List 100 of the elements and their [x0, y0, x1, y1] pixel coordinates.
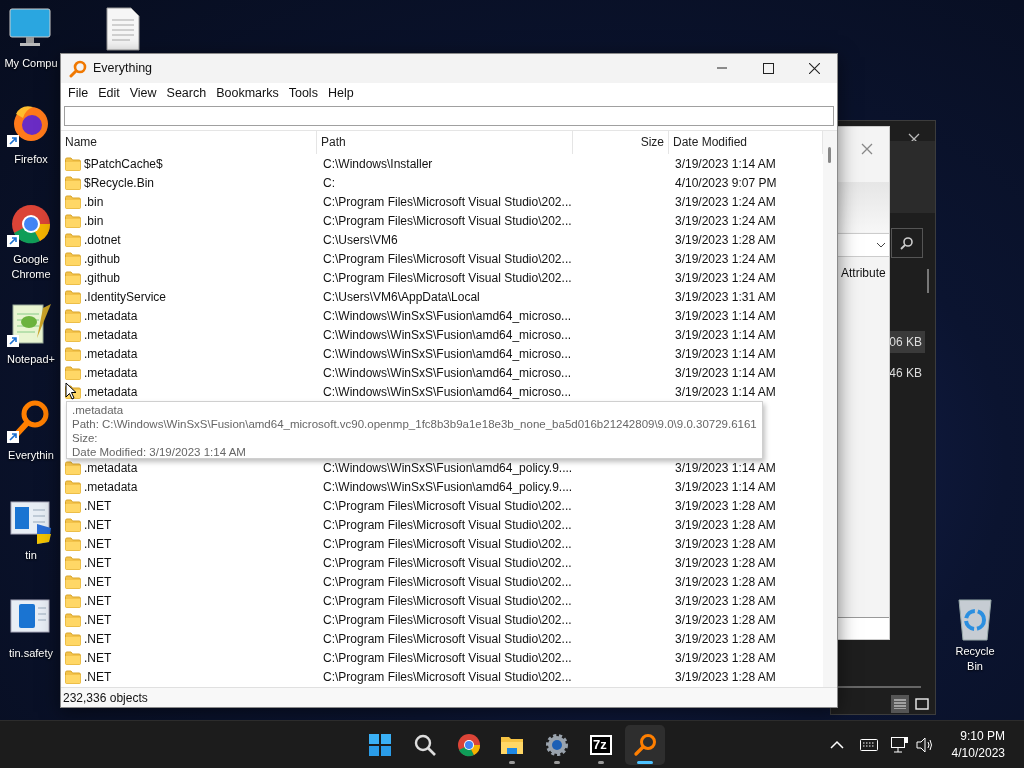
icon-label[interactable]: Google Chrome [3, 252, 59, 282]
network-icon[interactable] [891, 737, 909, 753]
table-row[interactable]: .bin C:\Program Files\Microsoft Visual Studio\202... 3/19/2023 1:24 AM [61, 211, 823, 230]
clock[interactable]: 9:10 PM 4/10/2023 [951, 728, 1005, 762]
table-row[interactable]: .IdentityService C:\Users\VM6\AppData\Local 3/19/2023 1:31 AM [61, 287, 823, 306]
volume-icon[interactable] [916, 737, 934, 753]
date-modified: 3/19/2023 1:28 AM [675, 535, 776, 553]
file-path: C:\Program Files\Microsoft Visual Studio\202... [323, 649, 572, 667]
table-row[interactable]: .github C:\Program Files\Microsoft Visual Studio\202... 3/19/2023 1:24 AM [61, 249, 823, 268]
folder-icon [65, 574, 81, 589]
date-modified: 3/19/2023 1:31 AM [675, 288, 776, 306]
file-path: C:\Program Files\Microsoft Visual Studio\202... [323, 269, 572, 287]
table-row[interactable]: .metadata C:\Windows\WinSxS\Fusion\amd64_microso... 3/19/2023 1:14 AM [61, 325, 823, 344]
table-row[interactable]: .NET C:\Program Files\Microsoft Visual Studio\202... 3/19/2023 1:28 AM [61, 629, 823, 648]
date-modified: 3/19/2023 1:28 AM [675, 497, 776, 515]
file-name: .NET [84, 573, 112, 591]
magnifier-icon [69, 59, 87, 78]
table-row[interactable]: .NET C:\Program Files\Microsoft Visual Studio\202... 3/19/2023 1:28 AM [61, 534, 823, 553]
date-modified: 3/19/2023 1:28 AM [675, 554, 776, 572]
scrollbar[interactable] [823, 131, 837, 687]
search-button[interactable] [891, 228, 923, 258]
icon-label[interactable]: Notepad+ [7, 352, 55, 367]
file-path: C:\Windows\WinSxS\Fusion\amd64_microso... [323, 383, 572, 401]
folder-icon [65, 536, 81, 551]
file-name: .NET [84, 611, 112, 629]
column-header[interactable]: Path [317, 131, 573, 154]
icon-label[interactable]: Everythin [8, 448, 54, 463]
date-modified: 3/19/2023 1:14 AM [675, 478, 776, 496]
column-header[interactable]: Attribute [841, 264, 891, 282]
icon-label[interactable]: Firefox [14, 152, 48, 167]
window-title: Everything [93, 60, 153, 78]
icon-label[interactable]: tin [25, 548, 37, 563]
file-name: .NET [84, 668, 112, 686]
taskbar-button[interactable]: 7z [581, 725, 621, 765]
dropdown-field[interactable] [837, 233, 889, 257]
table-row[interactable]: .NET C:\Program Files\Microsoft Visual Studio\202... 3/19/2023 1:28 AM [61, 667, 823, 686]
file-name: .metadata [84, 383, 138, 401]
menu-item[interactable]: Edit [93, 83, 125, 104]
menu-item[interactable]: View [124, 83, 162, 104]
table-row[interactable]: .NET C:\Program Files\Microsoft Visual Studio\202... 3/19/2023 1:28 AM [61, 496, 823, 515]
tiles-view-button[interactable] [913, 695, 931, 713]
table-row[interactable]: .dotnet C:\Users\VM6 3/19/2023 1:28 AM [61, 230, 823, 249]
column-header[interactable]: Date Modified [669, 131, 823, 154]
file-path: C:\Program Files\Microsoft Visual Studio\202... [323, 611, 572, 629]
table-row[interactable]: .metadata C:\Windows\WinSxS\Fusion\amd64_policy.9.... 3/19/2023 1:14 AM [61, 477, 823, 496]
folder-icon [65, 612, 81, 627]
file-name: .NET [84, 554, 112, 572]
table-row[interactable]: .metadata C:\Windows\WinSxS\Fusion\amd64_microso... 3/19/2023 1:14 AM [61, 344, 823, 363]
table-row[interactable]: $Recycle.Bin C: 4/10/2023 9:07 PM [61, 173, 823, 192]
tooltip-line: Path: C:\Windows\WinSxS\Fusion\amd64_microsoft.vc90.openmp_1fc8b3b9a1e18e3b_none_ba5d016b21242809\9.0\9.0.30729.6161 [72, 417, 757, 431]
tooltip-line: .metadata [72, 403, 125, 417]
keyboard-icon[interactable] [860, 739, 878, 751]
menu-item[interactable]: Help [322, 83, 359, 104]
column-header[interactable]: Name [61, 131, 317, 154]
folder-icon [65, 479, 81, 494]
scrollbar-thumb[interactable] [828, 147, 831, 163]
icon-label[interactable]: My Compu [4, 56, 58, 71]
chevron-up-icon[interactable] [830, 740, 844, 750]
icon-label[interactable]: Recycle Bin [947, 644, 1003, 674]
search-field[interactable] [64, 106, 834, 126]
file-path: C:\Windows\Installer [323, 155, 433, 173]
app-label: 7z [593, 737, 607, 753]
table-row[interactable]: .github C:\Program Files\Microsoft Visual Studio\202... 3/19/2023 1:24 AM [61, 268, 823, 287]
file-name: .NET [84, 535, 112, 553]
folder-icon [65, 650, 81, 665]
file-name: $PatchCache$ [84, 155, 163, 173]
table-row[interactable]: .metadata C:\Windows\WinSxS\Fusion\amd64_policy.9.... 3/19/2023 1:14 AM [61, 458, 823, 477]
file-name: .NET [84, 516, 112, 534]
menu-item[interactable]: File [63, 83, 94, 104]
gear-icon [545, 733, 569, 757]
table-row[interactable]: .metadata C:\Windows\WinSxS\Fusion\amd64_microso... 3/19/2023 1:14 AM [61, 306, 823, 325]
menu-item[interactable]: Bookmarks [211, 83, 284, 104]
scrollbar-thumb[interactable] [927, 269, 929, 293]
status-text: 232,336 objects [63, 689, 148, 707]
folder-icon [65, 669, 81, 684]
table-row[interactable]: .NET C:\Program Files\Microsoft Visual Studio\202... 3/19/2023 1:28 AM [61, 591, 823, 610]
clock-time: 9:10 PM [959, 728, 1005, 745]
column-header[interactable]: Size [573, 131, 669, 154]
table-row[interactable]: .bin C:\Program Files\Microsoft Visual Studio\202... 3/19/2023 1:24 AM [61, 192, 823, 211]
table-row[interactable]: .NET C:\Program Files\Microsoft Visual Studio\202... 3/19/2023 1:28 AM [61, 515, 823, 534]
folder-icon [65, 327, 81, 342]
folder-icon [65, 631, 81, 646]
table-row[interactable]: .NET C:\Program Files\Microsoft Visual Studio\202... 3/19/2023 1:28 AM [61, 553, 823, 572]
menu-item[interactable]: Tools [283, 83, 323, 104]
menu-item[interactable]: Search [161, 83, 212, 104]
table-row[interactable]: .metadata C:\Windows\WinSxS\Fusion\amd64_microso... 3/19/2023 1:14 AM [61, 363, 823, 382]
file-path: C:\Windows\WinSxS\Fusion\amd64_policy.9.... [323, 459, 573, 477]
folder-icon [65, 593, 81, 608]
file-path: C:\Windows\WinSxS\Fusion\amd64_microso... [323, 307, 572, 325]
search-icon [413, 733, 437, 757]
table-row[interactable]: .NET C:\Program Files\Microsoft Visual Studio\202... 3/19/2023 1:28 AM [61, 572, 823, 591]
table-row[interactable]: .NET C:\Program Files\Microsoft Visual Studio\202... 3/19/2023 1:28 AM [61, 648, 823, 667]
icon-label[interactable]: tin.safety [9, 646, 53, 661]
browser-icon [457, 733, 481, 757]
table-row[interactable]: $PatchCache$ C:\Windows\Installer 3/19/2023 1:14 AM [61, 154, 823, 173]
taskbar-button[interactable] [625, 725, 665, 765]
table-row[interactable]: .NET C:\Program Files\Microsoft Visual Studio\202... 3/19/2023 1:28 AM [61, 610, 823, 629]
file-path: C:\Users\VM6\AppData\Local [323, 288, 480, 306]
date-modified: 3/19/2023 1:24 AM [675, 212, 776, 230]
file-path: C:\Program Files\Microsoft Visual Studio\202... [323, 573, 572, 591]
